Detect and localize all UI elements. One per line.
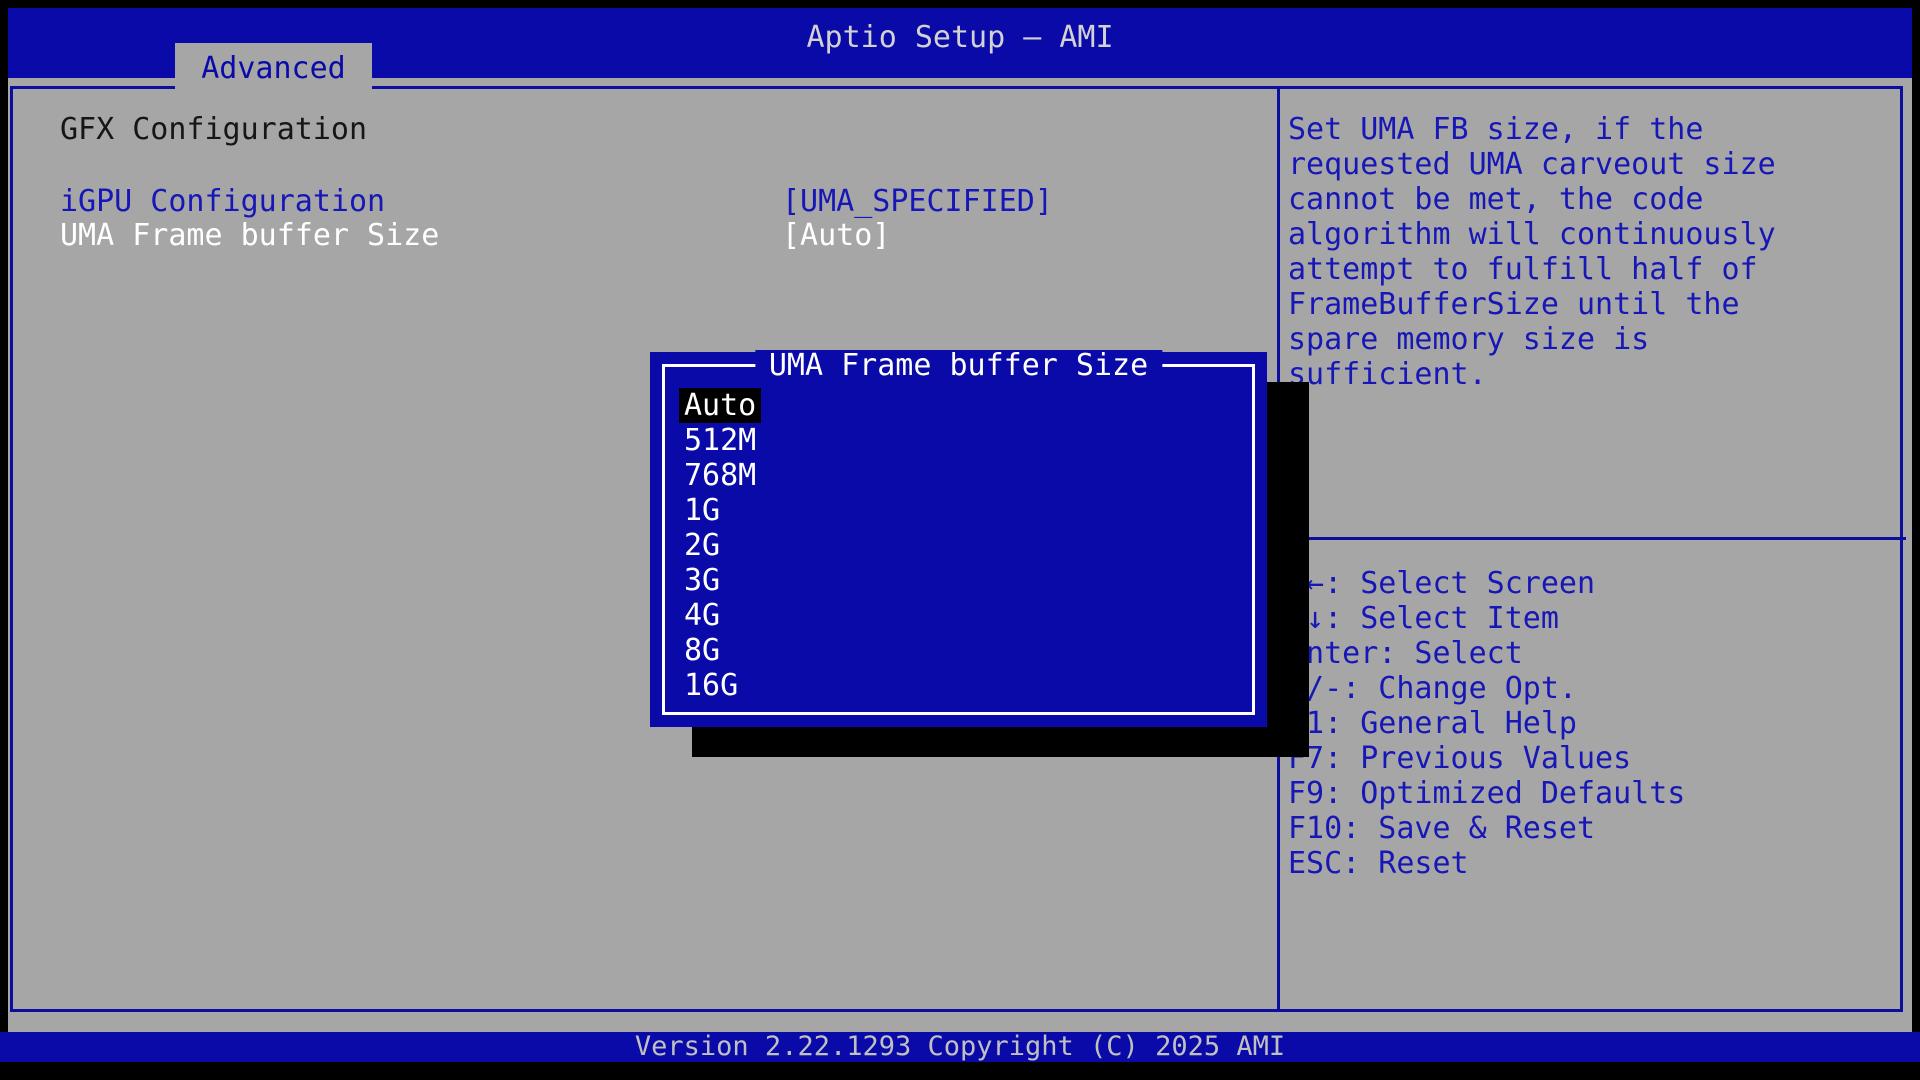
tab-advanced[interactable]: Advanced (175, 43, 372, 92)
hotkey-select-item: ↑↓: Select Item (1288, 601, 1685, 636)
option-3g[interactable]: 3G (684, 563, 761, 598)
section-title: GFX Configuration (60, 112, 367, 147)
dialog-option-list: Auto 512M 768M 1G 2G 3G 4G 8G 16G (684, 388, 761, 703)
hotkey-previous-values: F7: Previous Values (1288, 741, 1685, 776)
option-2g[interactable]: 2G (684, 528, 761, 563)
hotkey-esc-reset: ESC: Reset (1288, 846, 1685, 881)
option-auto[interactable]: Auto (684, 388, 761, 423)
help-text: Set UMA FB size, if the requested UMA ca… (1288, 112, 1903, 392)
dialog-title: UMA Frame buffer Size (755, 350, 1162, 382)
uma-frame-buffer-size-dialog: UMA Frame buffer Size Auto 512M 768M 1G … (650, 352, 1267, 727)
option-8g[interactable]: 8G (684, 633, 761, 668)
hotkey-legend: →←: Select Screen ↑↓: Select Item Enter:… (1288, 566, 1685, 881)
hotkey-save-reset: F10: Save & Reset (1288, 811, 1685, 846)
selected-option-highlight[interactable]: Auto (679, 388, 761, 423)
menu-item-value[interactable]: [UMA_SPECIFIED] (782, 184, 1053, 219)
option-768m[interactable]: 768M (684, 458, 761, 493)
menu-item-label: iGPU Configuration (60, 184, 385, 219)
version-bar: Version 2.22.1293 Copyright (C) 2025 AMI (0, 1032, 1920, 1062)
option-4g[interactable]: 4G (684, 598, 761, 633)
hotkey-enter-select: Enter: Select (1288, 636, 1685, 671)
option-512m[interactable]: 512M (684, 423, 761, 458)
panel-divider-horizontal (1277, 537, 1906, 540)
hotkey-change-opt: +/-: Change Opt. (1288, 671, 1685, 706)
hotkey-optimized-defaults: F9: Optimized Defaults (1288, 776, 1685, 811)
bios-setup-screen: Aptio Setup – AMI Advanced GFX Configura… (0, 0, 1920, 1080)
menu-item-value[interactable]: [Auto] (782, 218, 890, 253)
option-16g[interactable]: 16G (684, 668, 761, 703)
hotkey-general-help: F1: General Help (1288, 706, 1685, 741)
menu-item-label: UMA Frame buffer Size (60, 218, 439, 253)
option-1g[interactable]: 1G (684, 493, 761, 528)
hotkey-select-screen: →←: Select Screen (1288, 566, 1685, 601)
version-text: Version 2.22.1293 Copyright (C) 2025 AMI (0, 1032, 1920, 1062)
